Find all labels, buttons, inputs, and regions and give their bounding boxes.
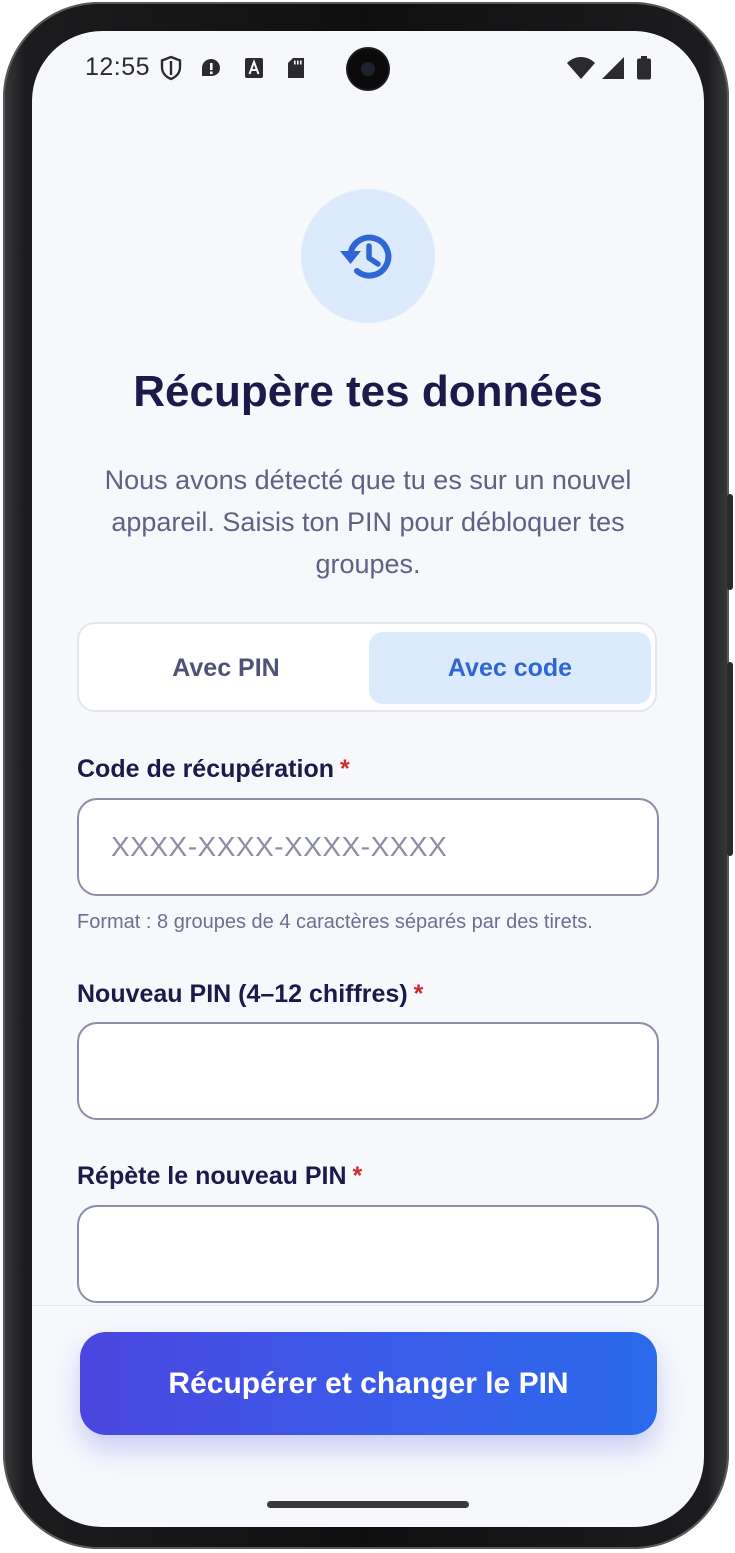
new-pin-label-text: Nouveau PIN (4–12 chiffres) xyxy=(77,980,408,1008)
bottom-bar-divider xyxy=(32,1305,704,1306)
recovery-mode-toggle: Avec PIN Avec code xyxy=(77,622,657,712)
new-pin-input[interactable] xyxy=(77,1022,659,1120)
hero-icon-badge xyxy=(301,189,435,323)
shield-icon xyxy=(160,55,182,81)
page-subtitle: Nous avons détecté que tu es sur un nouv… xyxy=(104,465,632,579)
required-asterisk: * xyxy=(352,1162,363,1190)
recover-and-change-pin-button[interactable]: Récupérer et changer le PIN xyxy=(80,1332,657,1435)
app-screen: 12:55 Récupère tes données Nous avons dé… xyxy=(32,31,704,1527)
page-title: Récupère tes données xyxy=(133,367,603,416)
sd-card-icon xyxy=(288,58,304,78)
repeat-pin-input[interactable] xyxy=(77,1205,659,1303)
a-badge-icon xyxy=(245,58,263,78)
battery-icon xyxy=(637,56,651,80)
required-asterisk: * xyxy=(413,980,424,1008)
wifi-icon xyxy=(567,57,595,79)
history-restore-icon xyxy=(340,234,392,279)
chat-alert-icon xyxy=(202,59,220,76)
recovery-code-label: Code de récupération * xyxy=(77,755,350,784)
tab-with-pin[interactable]: Avec PIN xyxy=(85,632,367,704)
recovery-code-input[interactable] xyxy=(77,798,659,896)
volume-button xyxy=(727,662,733,856)
gesture-home-bar[interactable] xyxy=(267,1501,469,1508)
phone-frame: 12:55 Récupère tes données Nous avons dé… xyxy=(3,2,733,1549)
recovery-code-hint: Format : 8 groupes de 4 caractères sépar… xyxy=(77,911,593,933)
repeat-pin-label-text: Répète le nouveau PIN xyxy=(77,1162,347,1190)
signal-icon xyxy=(602,57,624,79)
repeat-pin-label: Répète le nouveau PIN * xyxy=(77,1162,362,1191)
status-time: 12:55 xyxy=(85,53,151,81)
tab-with-code[interactable]: Avec code xyxy=(369,632,651,704)
front-camera xyxy=(348,49,388,89)
required-asterisk: * xyxy=(340,755,350,783)
status-bar: 12:55 xyxy=(32,31,704,111)
power-button xyxy=(727,494,733,590)
recovery-code-label-text: Code de récupération xyxy=(77,755,334,783)
new-pin-label: Nouveau PIN (4–12 chiffres) * xyxy=(77,980,423,1009)
